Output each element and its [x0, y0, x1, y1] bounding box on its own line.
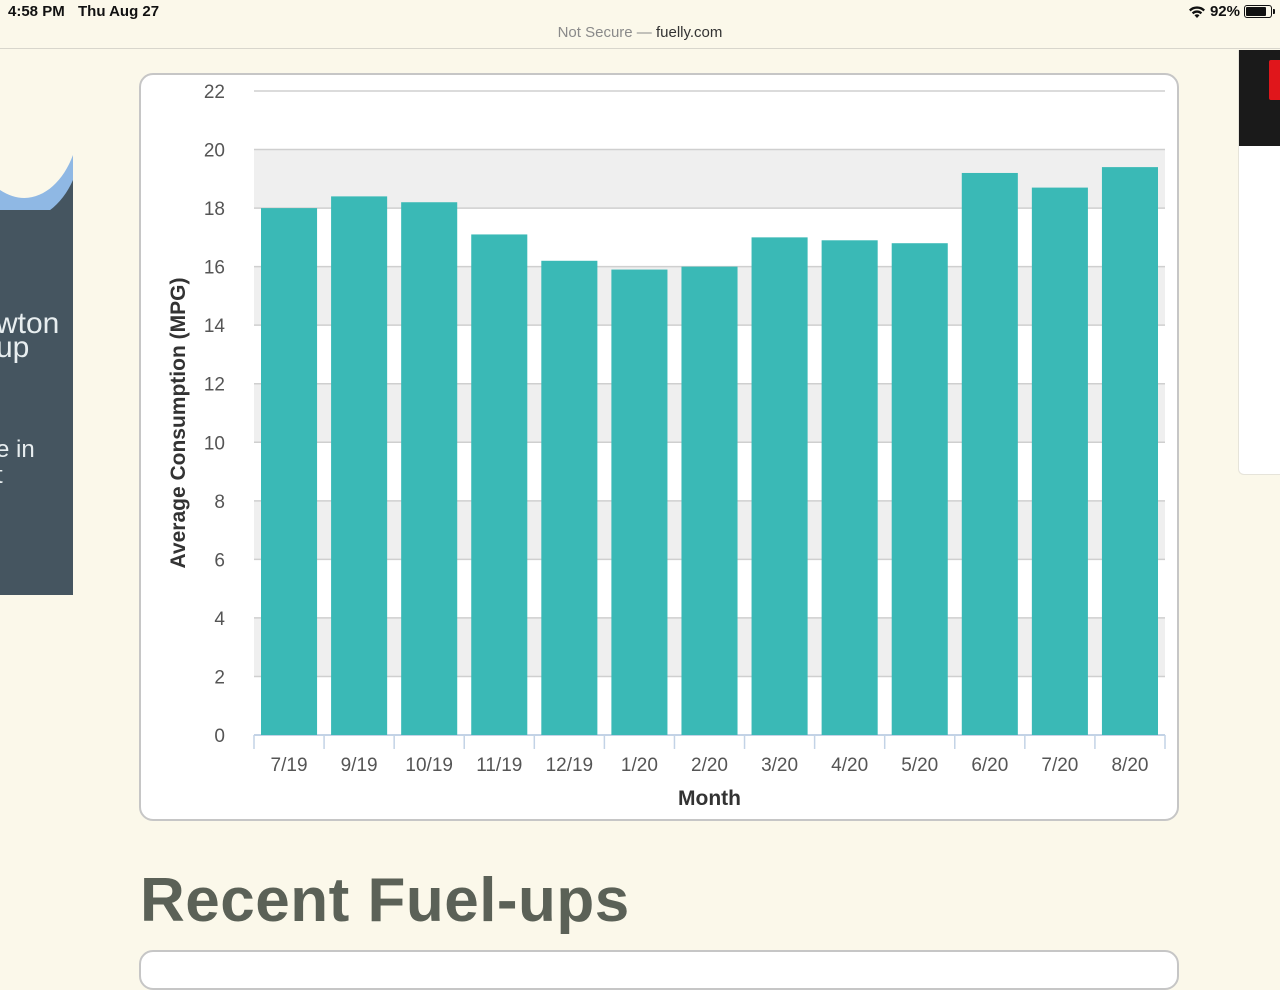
y-tick-label: 2 [214, 667, 225, 688]
x-tick-label: 5/20 [901, 755, 938, 776]
plot-band [254, 149, 1165, 209]
y-tick-label: 8 [214, 492, 225, 513]
battery-level [1246, 7, 1267, 16]
x-tick-label: 4/20 [831, 755, 868, 776]
bar-1-20 [611, 269, 668, 735]
x-tick-label: 9/19 [341, 755, 378, 776]
battery-icon [1244, 5, 1275, 18]
y-tick-label: 16 [204, 258, 225, 279]
x-tick-label: 11/19 [476, 755, 522, 776]
y-tick-label: 6 [214, 550, 225, 571]
toolbar-divider [0, 48, 1280, 49]
y-tick-label: 10 [204, 433, 225, 454]
y-tick-label: 14 [204, 316, 226, 337]
bar-8-20 [1101, 167, 1158, 735]
bar-10-19 [401, 202, 458, 736]
x-tick-label: 1/20 [621, 755, 658, 776]
x-tick-label: 3/20 [761, 755, 798, 776]
status-indicators: 92% [1188, 3, 1275, 20]
status-time: 4:58 PM [8, 3, 65, 20]
bar-2-20 [681, 266, 738, 735]
status-date: Thu Aug 27 [78, 3, 160, 20]
fuelups-card [139, 950, 1179, 990]
y-tick-label: 22 [204, 82, 225, 103]
address-bar[interactable]: Not Secure — fuelly.com [0, 24, 1280, 48]
x-tick-label: 12/19 [546, 755, 594, 776]
bar-3-20 [751, 237, 808, 735]
y-tick-label: 0 [214, 726, 225, 747]
y-tick-label: 12 [204, 375, 225, 396]
x-tick-label: 8/20 [1111, 755, 1148, 776]
mpg-bar-chart: 0 2 4 6 8 10 12 14 16 18 20 22 7/19 9/19 10/19 11/19 12/… [167, 82, 1166, 810]
battery-tip [1273, 9, 1275, 14]
bar-7-19 [261, 208, 318, 735]
ad-brand-text: wton up [0, 307, 60, 364]
y-axis-title: Average Consumption (MPG) [167, 278, 190, 569]
x-tick-label: 7/19 [271, 755, 308, 776]
x-tick-label: 10/19 [405, 755, 453, 776]
left-advertisement[interactable]: wton up e in t [0, 50, 73, 595]
wifi-icon [1188, 5, 1205, 18]
status-bar: 4:58 PM Thu Aug 27 92% [0, 0, 1280, 24]
x-axis-title: Month [678, 787, 741, 810]
bar-12-19 [541, 260, 598, 735]
ad-panel [0, 210, 73, 595]
x-tick-label: 6/20 [971, 755, 1008, 776]
url-domain: fuelly.com [655, 24, 723, 41]
y-tick-label: 20 [204, 141, 225, 162]
x-tick-label: 2/20 [691, 755, 728, 776]
right-advertisement[interactable] [1238, 50, 1280, 475]
bar-9-19 [331, 196, 388, 735]
x-tick-label: 7/20 [1041, 755, 1078, 776]
y-tick-label: 18 [204, 199, 225, 220]
bar-4-20 [821, 240, 878, 736]
y-tick-label: 4 [214, 609, 225, 630]
ad-red-block [1269, 60, 1280, 100]
bar-5-20 [891, 243, 948, 735]
bar-7-20 [1031, 187, 1088, 736]
section-heading: Recent Fuel-ups [140, 866, 630, 935]
bar-11-19 [471, 234, 528, 735]
battery-percent: 92% [1209, 3, 1240, 20]
mpg-chart-card: 0 2 4 6 8 10 12 14 16 18 20 22 7/19 9/19 10/19 11/19 12/… [139, 73, 1179, 821]
security-label: Not Secure — [557, 24, 656, 41]
ad-tagline-text: e in t [0, 436, 35, 489]
bar-6-20 [961, 172, 1018, 736]
